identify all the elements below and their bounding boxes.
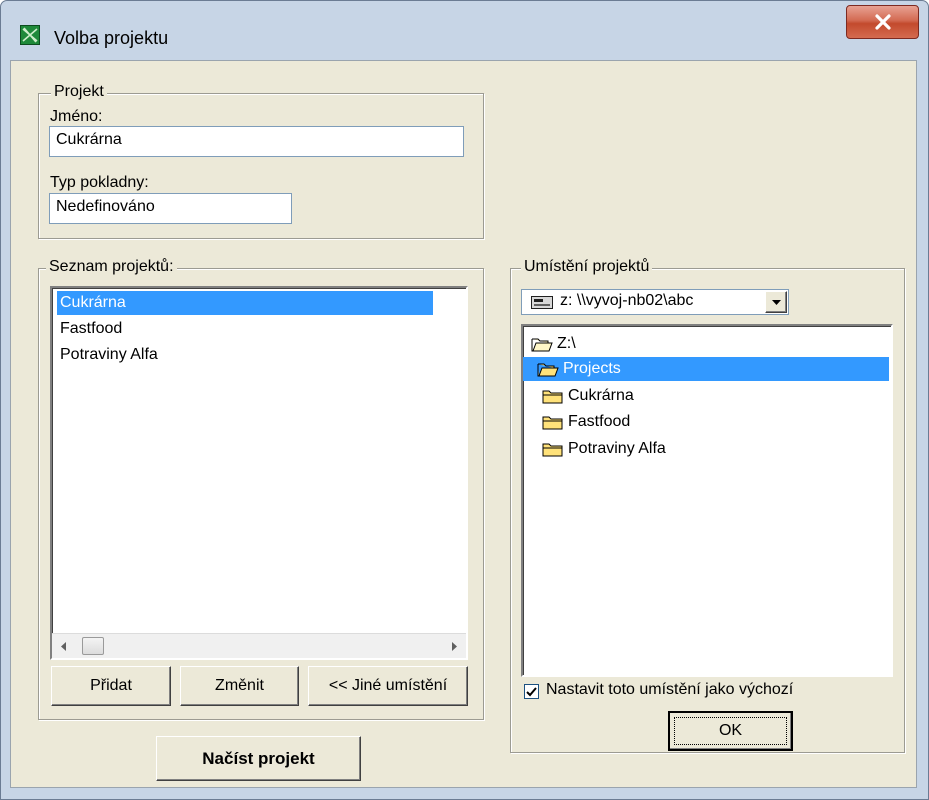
list-item[interactable]: Fastfood [57,317,122,341]
tree-node-root[interactable]: Z:\ [531,332,576,356]
folder-icon [542,390,563,404]
tree-node-cukrarna[interactable]: Cukrárna [542,384,634,408]
seznam-legend: Seznam projektů: [46,258,177,276]
default-location-label[interactable]: Nastavit toto umístění jako výchozí [546,681,793,699]
network-drive-icon [531,296,553,309]
tree-node-label: Projects [563,360,621,377]
type-field[interactable]: Nedefinováno [49,193,292,224]
load-project-button[interactable]: Načíst projekt [156,736,361,781]
close-icon [874,14,891,30]
projekt-legend: Projekt [51,83,107,101]
check-icon [526,686,537,696]
close-button[interactable] [846,5,919,39]
folder-icon [542,416,563,430]
app-icon [20,25,40,45]
open-folder-icon [531,338,553,352]
name-field[interactable]: Cukrárna [49,126,464,157]
drive-select-value: z: \\vyvoj-nb02\abc [560,292,694,309]
list-item[interactable]: Cukrárna [57,291,433,315]
tree-node-fastfood[interactable]: Fastfood [542,410,630,434]
edit-button[interactable]: Změnit [180,666,299,706]
chevron-down-icon [771,299,781,305]
folder-icon [542,443,563,457]
tree-node-label: Potraviny Alfa [568,440,666,457]
list-item[interactable]: Potraviny Alfa [57,343,158,367]
tree-node-label: Fastfood [568,413,631,430]
tree-node-label: Z:\ [557,335,576,352]
open-folder-icon [537,363,559,377]
add-button[interactable]: Přidat [51,666,171,706]
ok-button[interactable]: OK [668,711,793,751]
tree-node-label: Cukrárna [568,387,634,404]
ok-button-label: OK [718,722,743,739]
folder-tree[interactable]: Z:\ Projects Cukrárna Fastfood Potraviny… [521,324,893,677]
type-label: Typ pokladny: [50,174,149,191]
name-label: Jméno: [50,108,103,125]
default-location-checkbox[interactable] [524,684,539,699]
tree-node-potraviny-alfa[interactable]: Potraviny Alfa [542,437,666,461]
umisteni-legend: Umístění projektů [521,258,653,276]
scroll-left-icon[interactable] [60,642,68,651]
scroll-right-icon[interactable] [450,642,458,651]
window-title: Volba projektu [54,28,169,48]
scroll-thumb[interactable] [82,637,104,655]
project-listbox[interactable]: Cukrárna Fastfood Potraviny Alfa [50,286,468,660]
horizontal-scrollbar[interactable] [52,633,466,658]
ok-focus-rect: OK [674,717,787,745]
tree-node-projects[interactable]: Projects [523,357,889,381]
drive-dropdown-button[interactable] [765,291,787,313]
drive-select[interactable]: z: \\vyvoj-nb02\abc [521,289,789,315]
other-location-button[interactable]: << Jiné umístění [308,666,468,706]
